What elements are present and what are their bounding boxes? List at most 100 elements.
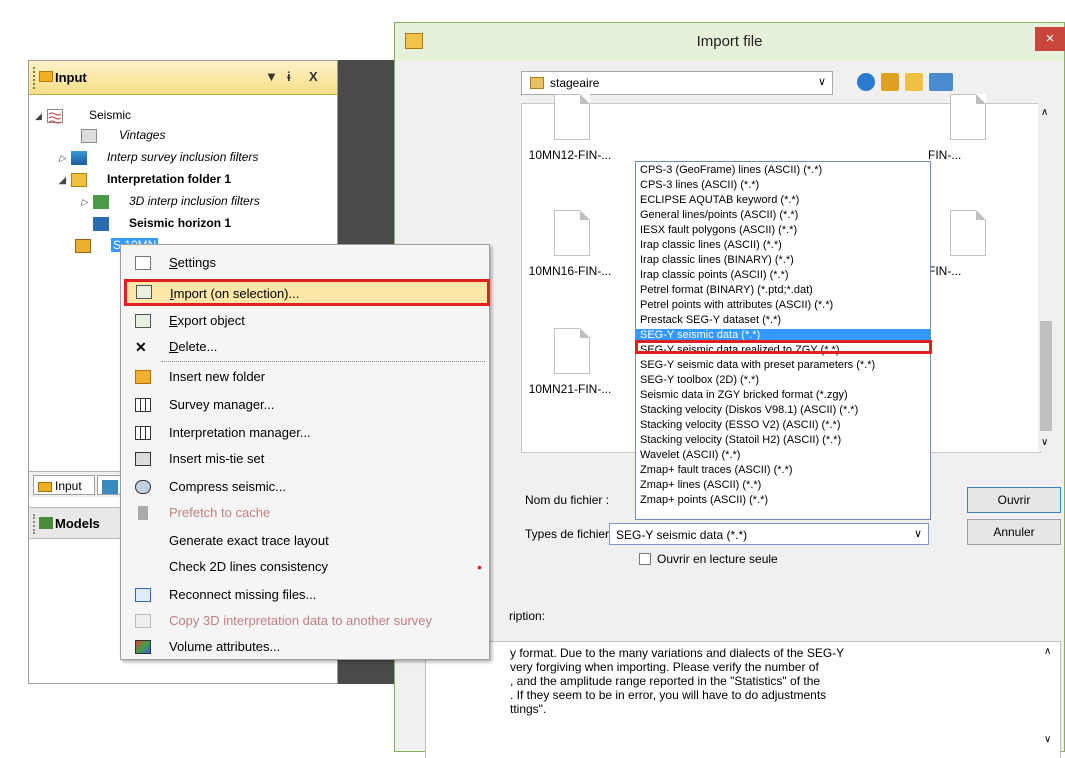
scroll-right-icon[interactable]: > <box>1042 754 1049 758</box>
file-type-option[interactable]: SEG-Y seismic data with preset parameter… <box>636 359 930 371</box>
description-label: ription: <box>509 609 546 623</box>
file-list-scrollbar[interactable]: ∧ ∨ <box>1038 103 1054 451</box>
description-text-area[interactable]: y format. Due to the many variations and… <box>425 641 1061 758</box>
file-type-option[interactable]: Seismic data in ZGY bricked format (*.zg… <box>636 389 930 401</box>
file-type-option[interactable]: Stacking velocity (Diskos V98.1) (ASCII)… <box>636 404 930 416</box>
file-type-option[interactable]: Petrel format (BINARY) (*.ptd;*.dat) <box>636 284 930 296</box>
open-button[interactable]: Ouvrir <box>967 487 1061 513</box>
readonly-checkbox[interactable] <box>639 553 651 565</box>
tree-item-vintages[interactable]: Vintages <box>81 125 165 145</box>
file-type-option[interactable]: Irap classic lines (BINARY) (*.*) <box>636 254 930 266</box>
horizon-icon <box>93 216 109 231</box>
menu-item-check-2d-lines[interactable]: Check 2D lines consistency • <box>123 553 487 581</box>
cancel-button[interactable]: Annuler <box>967 519 1061 545</box>
file-type-option[interactable]: Zmap+ fault traces (ASCII) (*.*) <box>636 464 930 476</box>
file-type-select[interactable]: SEG-Y seismic data (*.*) ∨ <box>609 523 929 545</box>
chevron-down-icon[interactable]: ∨ <box>914 527 922 540</box>
folder-icon <box>38 481 52 492</box>
file-item[interactable]: 10MN21-FIN-... <box>522 314 618 414</box>
menu-item-label: Settings <box>169 249 216 277</box>
description-line: . If they seem to be in error, you will … <box>510 688 827 702</box>
menu-item-label: Prefetch to cache <box>169 505 271 520</box>
file-type-option[interactable]: Irap classic lines (ASCII) (*.*) <box>636 239 930 251</box>
menu-item-volume-attributes[interactable]: Volume attributes... <box>123 633 487 661</box>
back-icon[interactable] <box>857 73 875 91</box>
grip-handle[interactable] <box>33 514 37 534</box>
file-type-option[interactable]: Zmap+ points (ASCII) (*.*) <box>636 494 930 506</box>
file-type-option[interactable]: Stacking velocity (ESSO V2) (ASCII) (*.*… <box>636 419 930 431</box>
export-icon <box>135 314 151 328</box>
file-type-option[interactable]: CPS-3 (GeoFrame) lines (ASCII) (*.*) <box>636 164 930 176</box>
menu-item-insert-mistie[interactable]: Insert mis-tie set <box>123 445 487 473</box>
menu-text: mport (on selection)... <box>173 286 300 301</box>
menu-text: ettings <box>177 255 216 270</box>
expand-arrow-icon[interactable]: ◢ <box>35 106 47 126</box>
import-icon <box>136 285 152 299</box>
menu-item-settings[interactable]: Settings <box>123 249 487 277</box>
menu-item-reconnect-files[interactable]: Reconnect missing files... <box>123 581 487 609</box>
dropdown-arrow-icon[interactable]: ▼ <box>265 69 278 84</box>
file-type-option[interactable]: ECLIPSE AQUTAB keyword (*.*) <box>636 194 930 206</box>
menu-item-label: Interpretation manager... <box>169 425 311 440</box>
menu-item-export[interactable]: Export object <box>123 307 487 335</box>
scroll-up-icon[interactable]: ∧ <box>1041 107 1048 118</box>
tree-item-interp-survey-filters[interactable]: ▷ Interp survey inclusion filters <box>59 147 258 167</box>
scroll-down-icon[interactable]: ∨ <box>1041 437 1048 448</box>
pin-icon[interactable]: ɨ <box>287 69 291 84</box>
menu-text: elete... <box>178 339 218 354</box>
expand-arrow-icon[interactable]: ▷ <box>81 192 93 212</box>
red-dot-marker: • <box>477 559 482 575</box>
reconnect-icon <box>135 588 151 602</box>
file-item[interactable]: FIN-... <box>918 196 1014 296</box>
description-line: ttings". <box>510 702 547 716</box>
tab-input[interactable]: Input <box>33 475 95 495</box>
chevron-down-icon[interactable]: ∨ <box>818 75 826 88</box>
collapse-arrow-icon[interactable]: ◢ <box>59 170 71 190</box>
close-button[interactable]: × <box>1035 27 1065 51</box>
file-type-option[interactable]: Prestack SEG-Y dataset (*.*) <box>636 314 930 326</box>
menu-item-survey-manager[interactable]: Survey manager... <box>123 391 487 419</box>
file-type-option[interactable]: Petrel points with attributes (ASCII) (*… <box>636 299 930 311</box>
menu-item-prefetch-cache[interactable]: Prefetch to cache <box>123 499 487 527</box>
menu-item-insert-folder[interactable]: Insert new folder <box>123 363 487 391</box>
file-type-option[interactable]: IESX fault polygons (ASCII) (*.*) <box>636 224 930 236</box>
import-menu-label: Import (on selection)... <box>170 286 299 301</box>
delete-icon: ✕ <box>135 339 147 355</box>
file-type-option[interactable]: CPS-3 lines (ASCII) (*.*) <box>636 179 930 191</box>
menu-item-interpretation-manager[interactable]: Interpretation manager... <box>123 419 487 447</box>
file-type-option[interactable]: Stacking velocity (Statoil H2) (ASCII) (… <box>636 434 930 446</box>
dialog-title-bar[interactable]: Import file × <box>395 23 1065 61</box>
close-panel-icon[interactable]: X <box>309 69 318 84</box>
scroll-thumb[interactable] <box>1040 321 1052 431</box>
tree-item-3d-interp-filters[interactable]: ▷ 3D interp inclusion filters <box>81 191 260 211</box>
file-type-option[interactable]: General lines/points (ASCII) (*.*) <box>636 209 930 221</box>
expand-arrow-icon[interactable]: ▷ <box>59 148 71 168</box>
file-type-option[interactable]: SEG-Y toolbox (2D) (*.*) <box>636 374 930 386</box>
scroll-down-icon[interactable]: ∨ <box>1044 734 1051 745</box>
description-line: very forgiving when importing. Please ve… <box>510 660 819 674</box>
tree-item-label: Interp survey inclusion filters <box>107 150 259 164</box>
file-type-option[interactable]: Irap classic points (ASCII) (*.*) <box>636 269 930 281</box>
file-name: FIN-... <box>928 148 962 162</box>
menu-item-compress-seismic[interactable]: Compress seismic... <box>123 473 487 501</box>
file-item[interactable]: 10MN12-FIN-... <box>522 80 618 180</box>
grip-handle[interactable] <box>33 67 37 89</box>
up-folder-icon[interactable] <box>881 73 899 91</box>
file-item[interactable]: 10MN16-FIN-... <box>522 196 618 296</box>
menu-item-generate-trace-layout[interactable]: Generate exact trace layout <box>123 527 487 555</box>
tree-item-seismic[interactable]: ◢ Seismic <box>35 105 131 125</box>
tree-item-seismic-horizon[interactable]: Seismic horizon 1 <box>93 213 231 233</box>
file-type-option[interactable]: Zmap+ lines (ASCII) (*.*) <box>636 479 930 491</box>
file-item[interactable]: FIN-... <box>918 80 1014 180</box>
scroll-left-icon[interactable]: < <box>430 754 437 758</box>
tree-item-interpretation-folder[interactable]: ◢ Interpretation folder 1 <box>59 169 231 189</box>
menu-item-label: Compress seismic... <box>169 479 287 494</box>
menu-item-delete[interactable]: ✕ Delete... <box>123 333 487 361</box>
menu-item-copy-3d-interpretation[interactable]: Copy 3D interpretation data to another s… <box>123 607 487 635</box>
mnemonic: D <box>169 339 179 354</box>
dialog-body: stageaire ∨ 10MN12-FIN-... 10MN16-FIN-..… <box>395 61 1064 758</box>
file-type-option[interactable]: Wavelet (ASCII) (*.*) <box>636 449 930 461</box>
description-line: , and the amplitude range reported in th… <box>510 674 821 688</box>
scroll-up-icon[interactable]: ∧ <box>1044 646 1051 657</box>
import-highlight-box[interactable]: Import (on selection)... <box>124 279 490 306</box>
